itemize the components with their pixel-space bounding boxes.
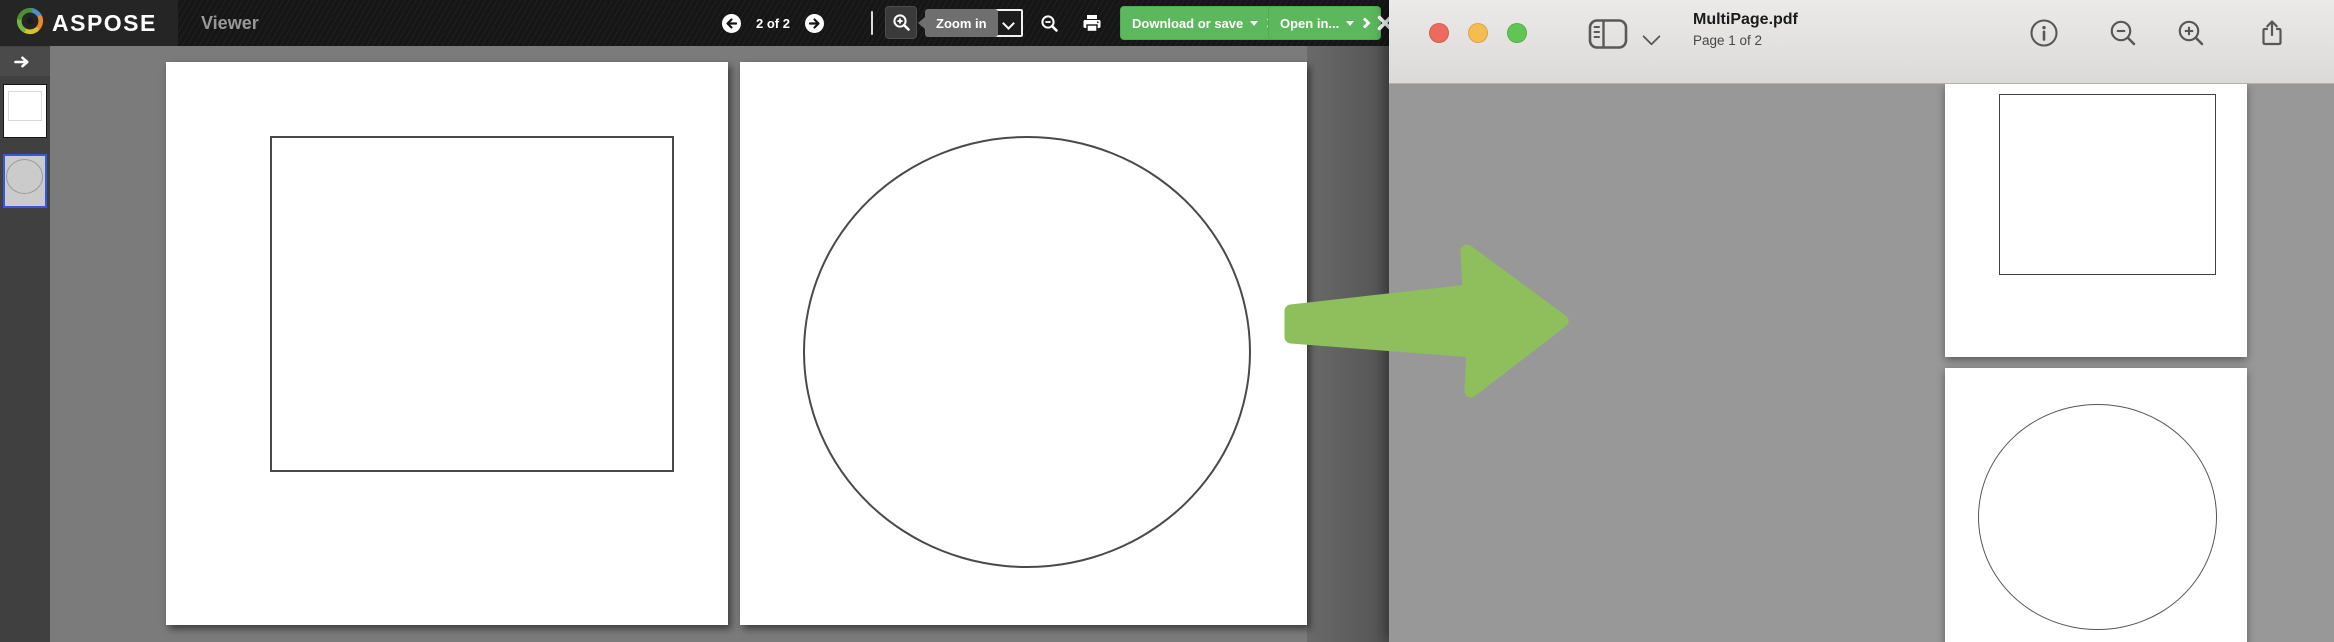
magnifier-plus-icon bbox=[892, 13, 911, 32]
thumbnail-page-2-selected[interactable] bbox=[3, 154, 47, 208]
page-status: Page 1 of 2 bbox=[1693, 33, 1798, 48]
page-navigation: 2 of 2 bbox=[722, 0, 824, 46]
caret-down-icon bbox=[1346, 21, 1354, 26]
previous-page-button[interactable] bbox=[722, 14, 741, 33]
zoom-in-button[interactable] bbox=[2176, 18, 2206, 48]
arrow-right-icon bbox=[14, 56, 30, 68]
magnifier-plus-icon bbox=[2176, 18, 2206, 48]
aspose-viewer-window: ASPOSE Viewer 2 of 2 bbox=[0, 0, 1389, 642]
preview-page-2 bbox=[1945, 368, 2247, 642]
zoom-out-button[interactable] bbox=[2108, 18, 2138, 48]
download-or-save-button[interactable]: Download or save bbox=[1120, 6, 1285, 40]
sidebar-panel-icon bbox=[1588, 18, 1628, 50]
thumbnail-page-1[interactable] bbox=[3, 84, 47, 138]
fullscreen-window-button[interactable] bbox=[1507, 23, 1527, 43]
zoom-in-button[interactable] bbox=[885, 6, 917, 39]
open-in-button[interactable]: Open in... bbox=[1268, 6, 1381, 40]
share-button[interactable] bbox=[2257, 18, 2287, 48]
info-button[interactable] bbox=[2029, 18, 2059, 48]
chevron-down-icon[interactable] bbox=[1642, 27, 1660, 45]
page-shape-circle bbox=[803, 136, 1251, 568]
aspose-toolbar: ASPOSE Viewer 2 of 2 bbox=[0, 0, 1389, 46]
zoom-in-tooltip: Zoom in bbox=[925, 9, 998, 37]
thumbnail-sidebar bbox=[0, 46, 50, 642]
magnifier-minus-icon bbox=[2108, 18, 2138, 48]
aspose-logo-icon bbox=[16, 7, 44, 40]
close-window-button[interactable] bbox=[1429, 23, 1449, 43]
brand-name: ASPOSE bbox=[52, 10, 157, 37]
preview-content-area[interactable] bbox=[1389, 84, 2334, 642]
page-shape-rectangle bbox=[270, 136, 674, 472]
share-icon bbox=[2257, 18, 2287, 48]
chevron-right-icon bbox=[1360, 17, 1371, 28]
sidebar-toggle-button[interactable] bbox=[1588, 18, 1628, 50]
macos-preview-window: MultiPage.pdf Page 1 of 2 bbox=[1389, 0, 2334, 642]
minimize-window-button[interactable] bbox=[1468, 23, 1488, 43]
preview-titlebar: MultiPage.pdf Page 1 of 2 bbox=[1389, 0, 2334, 84]
arrow-right-icon bbox=[808, 17, 821, 30]
print-button[interactable] bbox=[1080, 0, 1104, 46]
viewer-page-1 bbox=[166, 62, 728, 625]
document-title-block: MultiPage.pdf Page 1 of 2 bbox=[1693, 11, 1798, 48]
caret-down-icon bbox=[1250, 21, 1258, 26]
sidebar-collapse-button[interactable] bbox=[0, 47, 50, 76]
page-shape-circle bbox=[1978, 404, 2217, 630]
viewer-page-2 bbox=[740, 62, 1307, 625]
printer-icon bbox=[1082, 14, 1102, 33]
next-page-button[interactable] bbox=[805, 14, 824, 33]
chevron-down-icon bbox=[1002, 17, 1015, 30]
window-shadow bbox=[1307, 46, 1389, 642]
arrow-left-icon bbox=[725, 17, 738, 30]
info-icon bbox=[2029, 18, 2059, 48]
tooltip-pointer bbox=[918, 17, 925, 29]
preview-page-1 bbox=[1945, 84, 2247, 357]
thumbnail-circle-shape bbox=[6, 159, 43, 194]
screenshot-canvas: ASPOSE Viewer 2 of 2 bbox=[0, 0, 2334, 642]
page-shape-rectangle bbox=[1999, 94, 2216, 275]
zoom-out-button[interactable] bbox=[1038, 0, 1060, 46]
aspose-brand[interactable]: ASPOSE bbox=[0, 0, 178, 46]
document-title: MultiPage.pdf bbox=[1693, 11, 1798, 29]
thumbnail-rectangle-shape bbox=[8, 91, 42, 121]
toolbar-divider bbox=[871, 11, 873, 35]
product-name: Viewer bbox=[201, 0, 259, 46]
page-indicator: 2 of 2 bbox=[756, 16, 790, 31]
magnifier-minus-icon bbox=[1040, 14, 1059, 33]
